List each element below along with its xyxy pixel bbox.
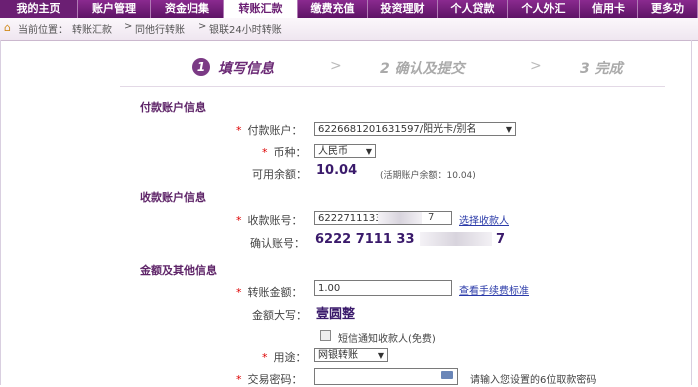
balance-label: 可用余额： [252, 168, 307, 181]
balance-value: 10.04 [316, 163, 358, 178]
nav-tab-invest[interactable]: 投资理财 [368, 0, 438, 18]
sms-notify-checkbox[interactable] [320, 330, 331, 341]
amount-input[interactable]: 1.00 [314, 280, 452, 296]
breadcrumb-item-interbank[interactable]: 同他行转账 [135, 21, 185, 36]
sms-notify-label: 短信通知收款人(免费) [338, 334, 436, 345]
masked-digits [378, 212, 422, 224]
payee-account-label: * 收款账号： [236, 214, 303, 227]
dropdown-arrow-icon: ▼ [365, 147, 372, 156]
capital-value: 壹圆整 [316, 307, 356, 322]
fee-standard-link[interactable]: 查看手续费标准 [459, 282, 529, 297]
masked-digits [420, 232, 492, 246]
nav-tab-loan[interactable]: 个人贷款 [438, 0, 508, 18]
confirm-account-label: 确认账号： [250, 237, 305, 250]
step2-label: 2 确认及提交 [380, 61, 465, 77]
dropdown-arrow-icon: ▼ [505, 125, 512, 134]
nav-tab-account[interactable]: 账户管理 [78, 0, 151, 18]
nav-tab-credit[interactable]: 信用卡 [580, 0, 638, 18]
password-input[interactable] [314, 368, 458, 385]
nav-tab-forex[interactable]: 个人外汇 [508, 0, 580, 18]
currency-label: * 币种： [262, 146, 307, 159]
breadcrumb-item-transfer[interactable]: 转账汇款 [72, 21, 112, 36]
nav-tab-fund[interactable]: 资金归集 [151, 0, 224, 18]
step3-label: 3 完成 [580, 61, 623, 77]
payee-section-title: 收款账户信息 [140, 191, 206, 204]
currency-select[interactable]: 人民币 ▼ [314, 144, 376, 158]
dropdown-arrow-icon: ▼ [377, 351, 384, 360]
purpose-label: * 用途： [262, 351, 307, 364]
top-nav: 我的主页 账户管理 资金归集 转账汇款 缴费充值 投资理财 个人贷款 个人外汇 … [0, 0, 698, 18]
nav-tab-transfer[interactable]: 转账汇款 [224, 0, 298, 18]
breadcrumb-sep: > [198, 21, 207, 32]
password-hint: 请输入您设置的6位取款密码 [470, 375, 597, 386]
purpose-select[interactable]: 网银转账 ▼ [314, 348, 388, 362]
confirm-account-tail: 7 [496, 232, 506, 247]
chevron-right-icon: > [330, 58, 342, 74]
step1-label: 填写信息 [218, 61, 274, 77]
amount-section-title: 金额及其他信息 [140, 264, 217, 277]
nav-tab-payment[interactable]: 缴费充值 [298, 0, 368, 18]
amount-label: * 转账金额： [236, 286, 303, 299]
step1-number: 1 [192, 58, 210, 76]
payer-account-label: * 付款账户： [236, 124, 303, 137]
select-payee-link[interactable]: 选择收款人 [459, 212, 509, 227]
home-icon: ⌂ [4, 21, 11, 34]
capital-label: 金额大写： [252, 309, 307, 322]
payee-account-tail: 7 [428, 212, 435, 223]
nav-tab-more[interactable]: 更多功 [638, 0, 698, 18]
nav-tab-home[interactable]: 我的主页 [0, 0, 78, 18]
breadcrumb-sep: > [124, 21, 133, 32]
chevron-right-icon: > [530, 58, 542, 74]
breadcrumb-item-unionpay: 银联24小时转账 [209, 25, 282, 36]
divider [120, 86, 665, 87]
breadcrumb: ⌂ 当前位置： 转账汇款 > 同他行转账 > 银联24小时转账 [0, 18, 698, 41]
keyboard-icon[interactable] [441, 371, 453, 379]
payer-section-title: 付款账户信息 [140, 101, 206, 114]
payer-account-select[interactable]: 6226681201631597/阳光卡/别名 ▼ [314, 122, 516, 136]
balance-note: (活期账户余额：10.04) [380, 171, 476, 181]
confirm-account-value: 6222 7111 33 [315, 232, 415, 247]
breadcrumb-prefix: 当前位置： [18, 25, 68, 36]
